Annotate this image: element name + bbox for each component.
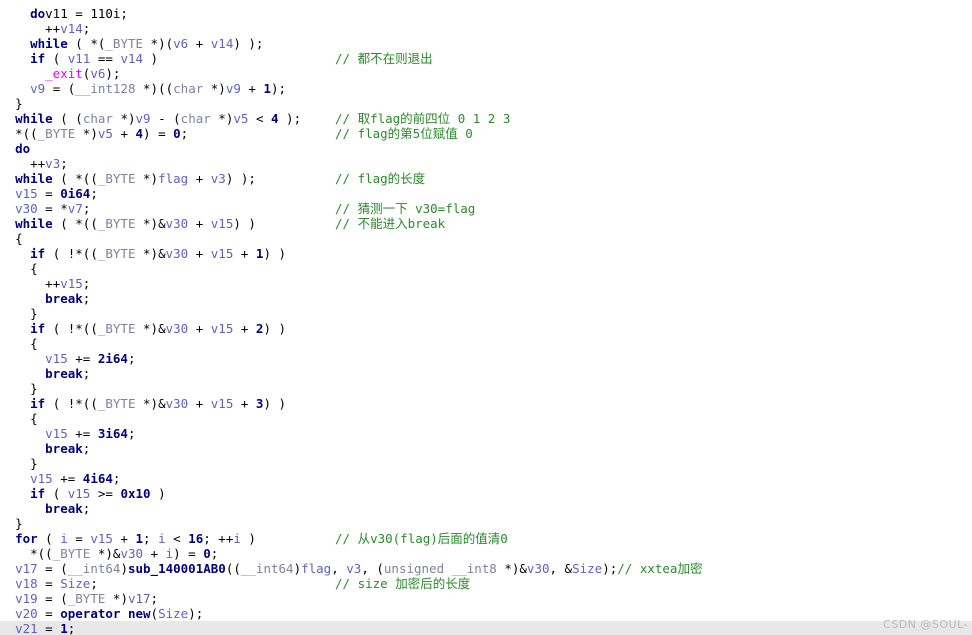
code-comment: // xxtea加密 [617,561,703,576]
code-line-text: ++v3; [30,156,68,171]
code-line[interactable]: v18 = Size; // size 加密后的长度 [0,576,972,591]
code-line[interactable]: break; [0,291,972,306]
code-line[interactable]: if ( v15 >= 0x10 ) [0,486,972,501]
code-line[interactable]: v9 = (__int128 *)((char *)v9 + 1); [0,81,972,96]
code-line[interactable]: _exit(v6); [0,66,972,81]
code-comment: // flag的第5位赋值 0 [335,126,473,141]
code-line[interactable]: if ( !*((_BYTE *)&v30 + v15 + 1) ) [0,246,972,261]
code-comment: // 取flag的前四位 0 1 2 3 [335,111,511,126]
code-line[interactable]: ++v15; [0,276,972,291]
code-comment: // 猜测一下 v30=flag [335,201,476,216]
csdn-watermark: CSDN @SOUL- [883,618,968,631]
code-line[interactable]: { [0,336,972,351]
code-line-text: if ( v11 == v14 ) [30,51,159,66]
code-comment: // 都不在则退出 [335,51,433,66]
code-line-text: while ( (char *)v9 - (char *)v5 < 4 ); [15,111,302,126]
code-line-text: _exit(v6); [45,66,121,81]
code-line-text: { [30,411,38,426]
code-line-text: break; [45,501,91,516]
code-lines-container: do ++v14; while ( *(_BYTE *)(v6 + v14) )… [0,6,972,635]
code-line[interactable]: break; [0,501,972,516]
code-line[interactable]: v21 = 1; [0,621,972,635]
code-line-text: { [15,231,23,246]
code-line-text: while ( *((_BYTE *)flag + v3) ); [15,171,256,186]
code-line[interactable]: *((_BYTE *)&v30 + i) = 0; [0,546,972,561]
code-line[interactable]: v15 += 3i64; [0,426,972,441]
code-line-text: } [15,96,23,111]
code-line[interactable]: do [0,6,972,21]
code-line[interactable]: { [0,261,972,276]
code-line[interactable]: v15 += 4i64; [0,471,972,486]
code-comment: // size 加密后的长度 [335,576,471,591]
code-line[interactable]: } [0,96,972,111]
code-line[interactable]: v17 = (__int64)sub_140001AB0((__int64)fl… [0,561,972,576]
code-line[interactable]: } [0,306,972,321]
code-line[interactable]: do [0,141,972,156]
code-line-text: while ( *((_BYTE *)&v30 + v15) ) [15,216,256,231]
code-line[interactable]: v15 += 2i64; [0,351,972,366]
code-line-text: break; [45,291,91,306]
code-line-text: } [30,306,38,321]
code-comment: // 不能进入break [335,216,446,231]
code-line-text: v15 += 3i64; [45,426,136,441]
code-line[interactable]: v20 = operator new(Size); [0,606,972,621]
code-line-text: *((_BYTE *)v5 + 4) = 0; [15,126,189,141]
code-line-text: if ( !*((_BYTE *)&v30 + v15 + 2) ) [30,321,287,336]
code-line[interactable]: break; [0,441,972,456]
code-line-text: { [30,336,38,351]
code-comment: // flag的长度 [335,171,426,186]
code-line[interactable]: } [0,381,972,396]
code-line-text: break; [45,366,91,381]
code-line-text: v15 += 2i64; [45,351,136,366]
code-line-text: } [30,381,38,396]
code-line[interactable]: while ( *(_BYTE *)(v6 + v14) ); [0,36,972,51]
code-line-text: v20 = operator new(Size); [15,606,204,621]
code-line-text: for ( i = v15 + 1; i < 16; ++i ) [15,531,256,546]
code-line[interactable]: { [0,411,972,426]
code-line-text: *((_BYTE *)&v30 + i) = 0; [30,546,219,561]
code-line[interactable]: } [0,516,972,531]
code-line[interactable]: ++v14; [0,21,972,36]
code-line-text: ++v14; [45,21,91,36]
code-line-text: if ( v15 >= 0x10 ) [30,486,166,501]
code-line-text: while ( *(_BYTE *)(v6 + v14) ); [30,36,264,51]
code-line-text: do [30,6,46,21]
code-line-text: } [30,456,38,471]
code-line[interactable]: v15 = 0i64; [0,186,972,201]
code-line[interactable]: if ( !*((_BYTE *)&v30 + v15 + 2) ) [0,321,972,336]
code-line-text: v9 = (__int128 *)((char *)v9 + 1); [30,81,287,96]
code-line-text: v21 = 1; [15,621,76,635]
code-line[interactable]: ++v3; [0,156,972,171]
code-line[interactable]: while ( (char *)v9 - (char *)v5 < 4 ); //… [0,111,972,126]
code-line-text: { [30,261,38,276]
code-line-text: v15 += 4i64; [30,471,121,486]
code-line[interactable]: if ( v11 == v14 ) // 都不在则退出 [0,51,972,66]
code-line-text: v30 = *v7; [15,201,91,216]
code-line[interactable]: for ( i = v15 + 1; i < 16; ++i ) // 从v30(… [0,531,972,546]
code-line[interactable]: v30 = *v7; // 猜测一下 v30=flag [0,201,972,216]
code-line-text: v17 = (__int64)sub_140001AB0((__int64)fl… [15,561,618,576]
code-line[interactable]: *((_BYTE *)v5 + 4) = 0; // flag的第5位赋值 0 [0,126,972,141]
code-line[interactable]: while ( *((_BYTE *)&v30 + v15) ) // 不能进入b… [0,216,972,231]
code-line[interactable]: while ( *((_BYTE *)flag + v3) ); // flag的… [0,171,972,186]
code-line[interactable]: if ( !*((_BYTE *)&v30 + v15 + 3) ) [0,396,972,411]
code-line-text: v18 = Size; [15,576,98,591]
code-line-text: ++v15; [45,276,91,291]
code-comment: // 从v30(flag)后面的值清0 [335,531,508,546]
code-line[interactable]: { [0,231,972,246]
code-line[interactable]: break; [0,366,972,381]
code-line[interactable]: v19 = (_BYTE *)v17; [0,591,972,606]
code-line-text: v19 = (_BYTE *)v17; [15,591,159,606]
code-line-text: if ( !*((_BYTE *)&v30 + v15 + 3) ) [30,396,287,411]
pseudocode-view[interactable]: v11 = 110i; do ++v14; while ( *(_BYTE *)… [0,0,972,635]
code-line-text: } [15,516,23,531]
code-line-text: v15 = 0i64; [15,186,98,201]
code-line-text: if ( !*((_BYTE *)&v30 + v15 + 1) ) [30,246,287,261]
code-line-text: do [15,141,31,156]
code-line-text: break; [45,441,91,456]
code-line[interactable]: } [0,456,972,471]
